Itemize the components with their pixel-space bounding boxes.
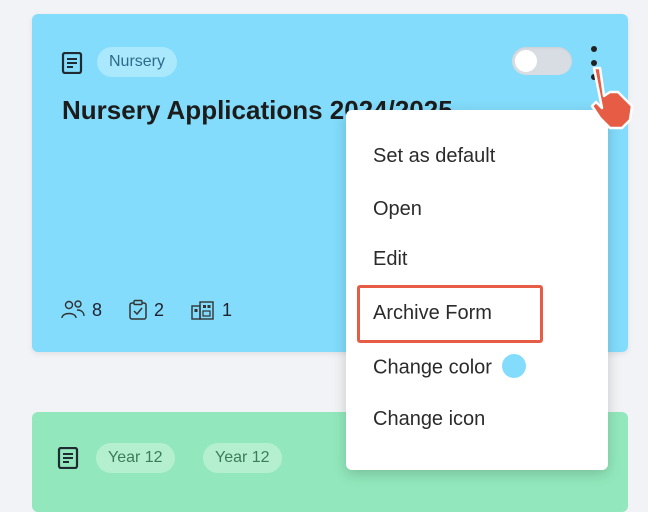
people-icon <box>61 300 85 319</box>
pointer-cursor-icon <box>590 66 634 130</box>
document-icon <box>61 52 83 74</box>
color-swatch <box>501 354 526 378</box>
submissions-stat: 2 <box>128 299 164 321</box>
form-stats: 8 2 1 <box>60 297 258 323</box>
default-toggle[interactable] <box>512 47 572 75</box>
buildings-icon <box>191 301 214 320</box>
locations-stat: 1 <box>190 299 232 321</box>
category-tag: Year 12 <box>203 443 282 473</box>
members-count: 8 <box>92 299 103 320</box>
locations-count: 1 <box>222 299 233 320</box>
category-tag: Year 12 <box>96 443 175 473</box>
members-stat: 8 <box>60 299 102 321</box>
document-icon <box>57 447 79 469</box>
archive-highlight-box <box>357 285 543 343</box>
category-tag: Nursery <box>97 47 178 77</box>
change-color-label: Change color <box>373 356 492 379</box>
submissions-count: 2 <box>154 299 165 320</box>
clipboard-icon <box>129 299 147 320</box>
menu-item-edit[interactable]: Edit <box>373 248 407 271</box>
menu-item-open[interactable]: Open <box>373 198 422 221</box>
menu-item-set-default[interactable]: Set as default <box>373 145 495 168</box>
menu-item-change-icon[interactable]: Change icon <box>373 408 485 431</box>
menu-item-change-color[interactable]: Change color <box>373 354 526 380</box>
toggle-knob <box>515 50 537 72</box>
